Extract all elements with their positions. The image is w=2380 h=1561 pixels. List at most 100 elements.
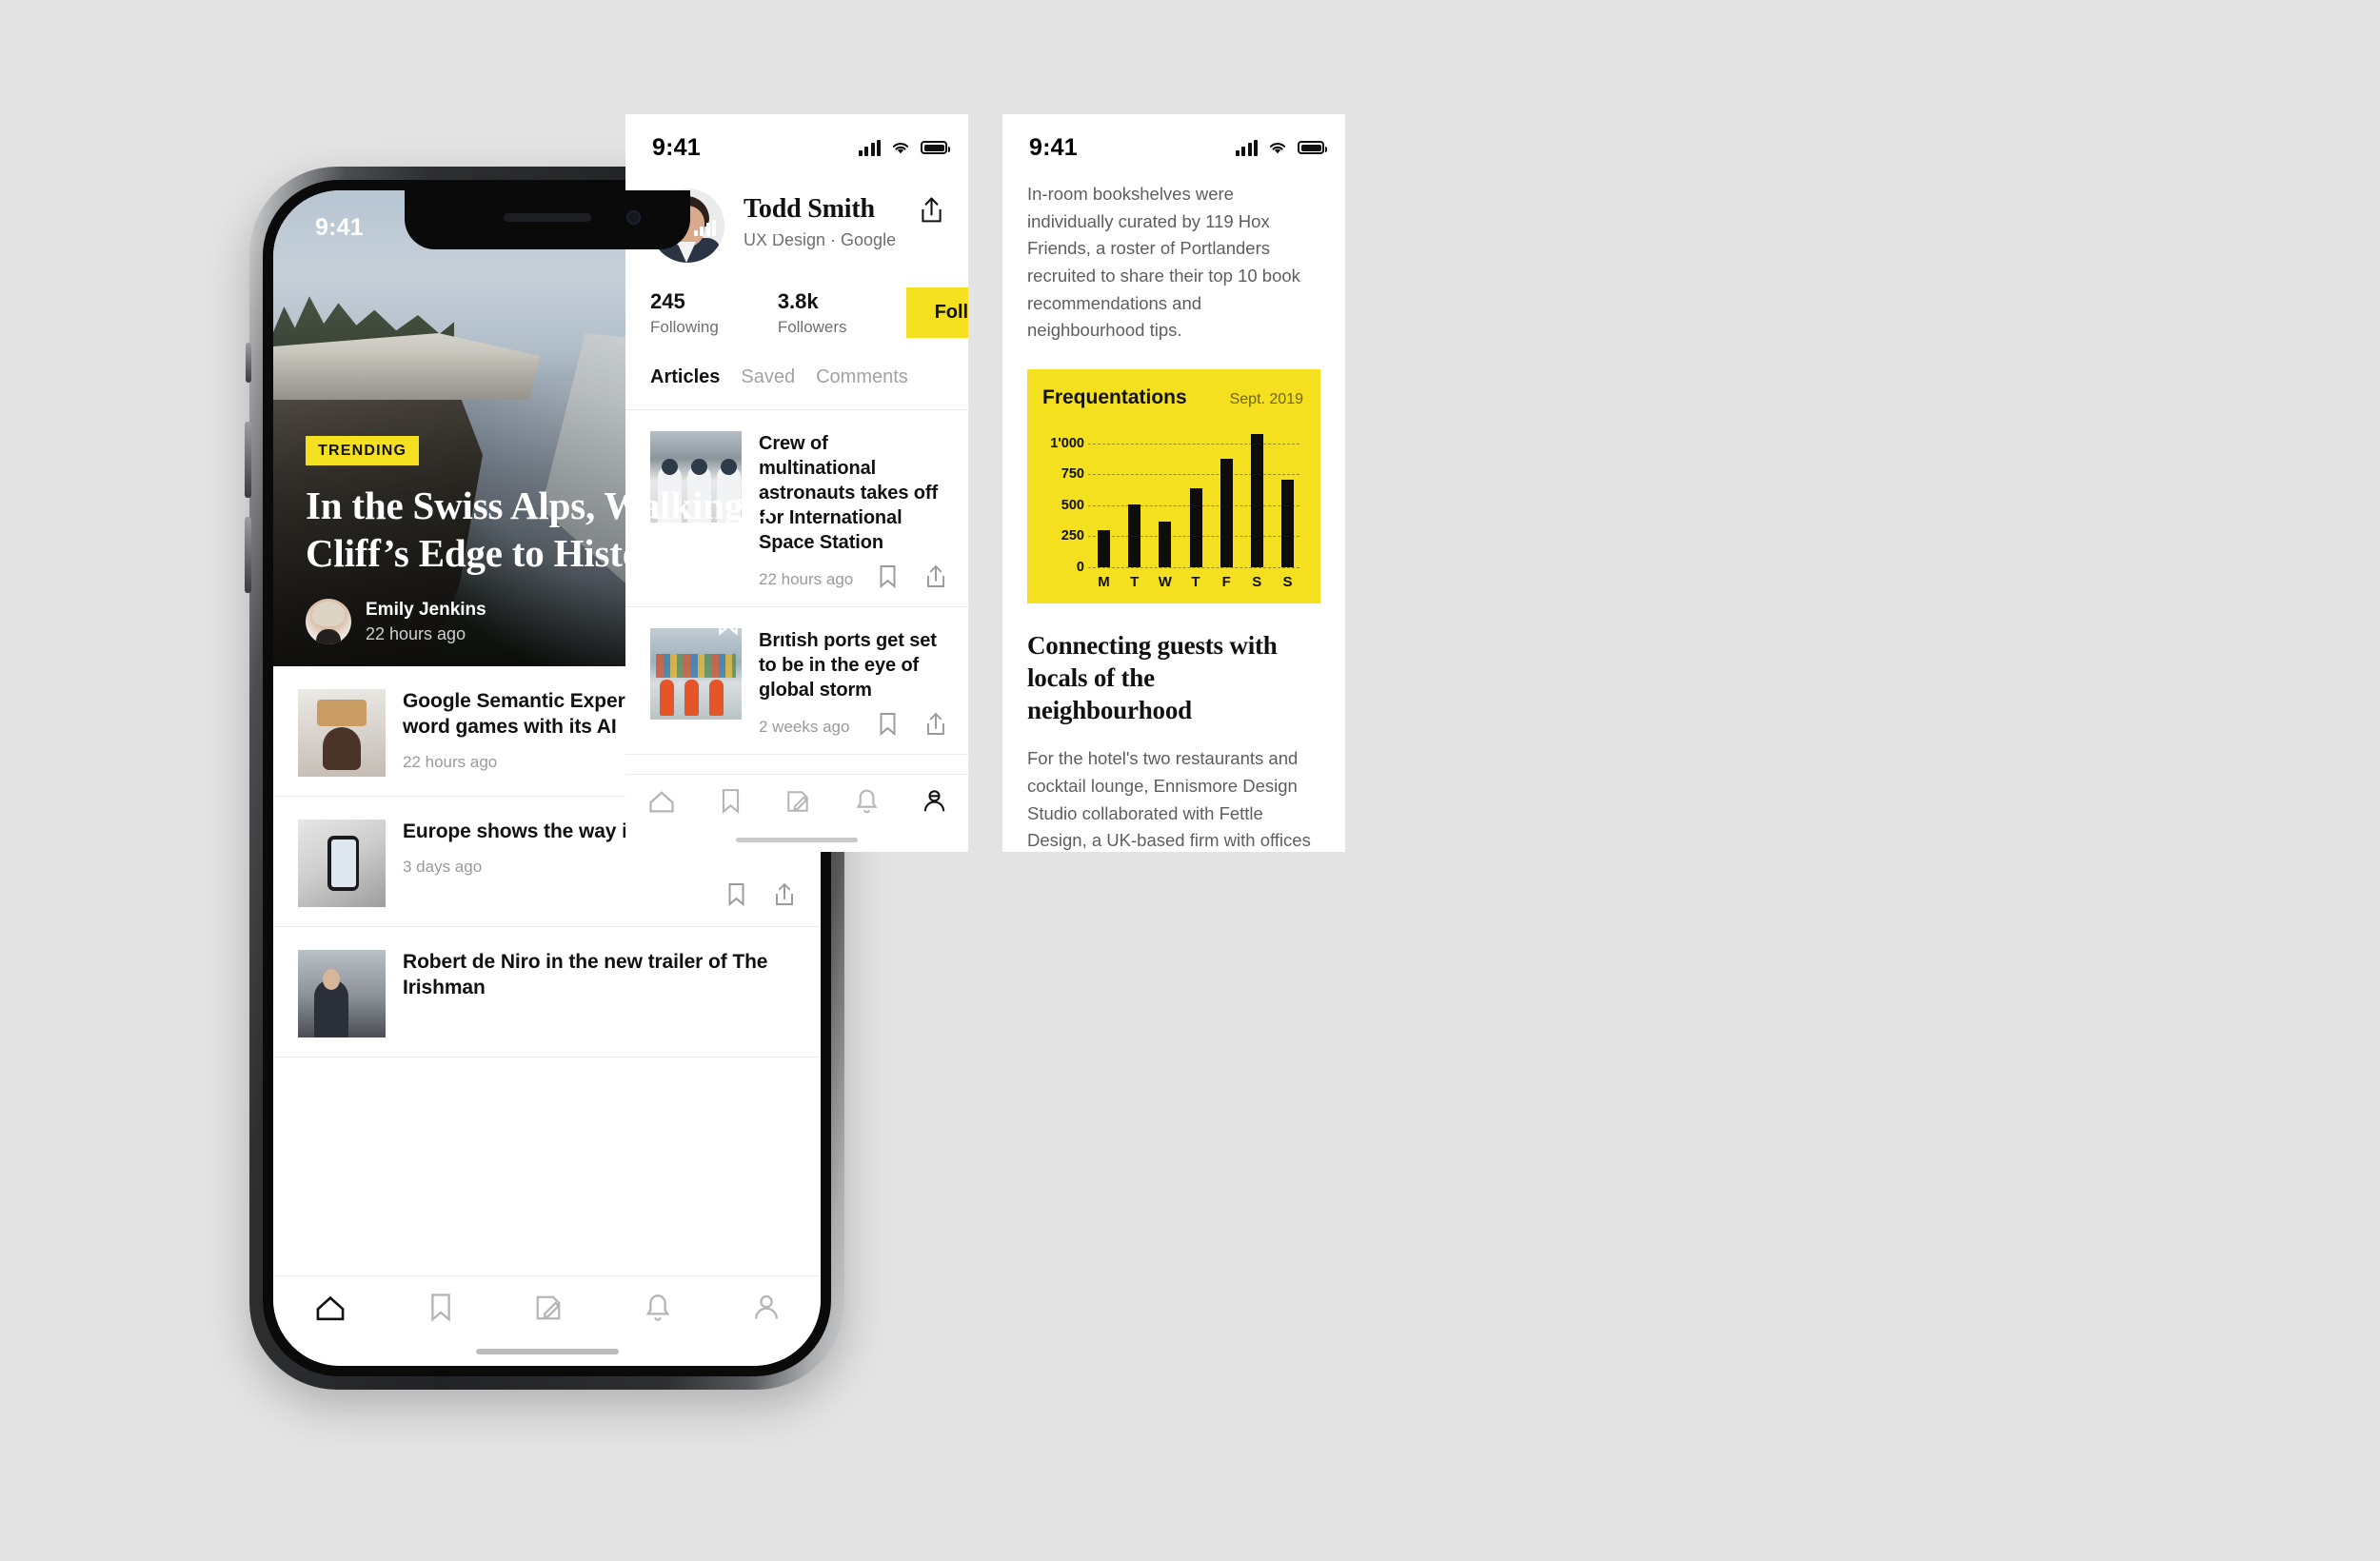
article-thumbnail — [298, 820, 386, 907]
followers-count: 3.8k — [777, 288, 819, 313]
chart-bar-column — [1215, 425, 1239, 568]
chart-x-tick-label: S — [1282, 574, 1293, 591]
edit-note-icon[interactable] — [785, 788, 810, 815]
chart-bar — [1280, 480, 1294, 568]
hero-author-name: Emily Jenkins — [366, 600, 486, 621]
chart-x-tick-label: M — [1098, 574, 1110, 591]
chart-x-tick-label: W — [1158, 574, 1172, 591]
bookmark-icon[interactable] — [720, 788, 742, 815]
person-icon[interactable] — [753, 1293, 780, 1323]
frequentations-chart: Frequentations Sept. 2019 1'000 750 500 250… — [1027, 369, 1320, 604]
status-time: 9:41 — [1029, 133, 1078, 161]
tab-articles[interactable]: Articles — [650, 366, 720, 388]
share-button[interactable] — [920, 196, 943, 229]
stat-followers[interactable]: 3.8k Followers — [778, 289, 847, 337]
status-bar-feed: 9:41 — [273, 190, 821, 249]
home-icon[interactable] — [314, 1293, 347, 1323]
bell-icon[interactable] — [855, 788, 879, 815]
article-actions — [878, 712, 947, 737]
status-icons — [693, 219, 785, 236]
volume-down-button[interactable] — [245, 517, 251, 593]
follow-button[interactable]: Follow — [905, 287, 968, 338]
article-timestamp: 2 weeks ago — [759, 718, 850, 736]
chart-bar-column — [1245, 425, 1269, 568]
screenshot-canvas: 9:41 TRENDING In the Swiss Alps, Walking… — [0, 0, 2380, 1561]
cellular-signal-icon — [693, 219, 716, 236]
article-actions — [878, 564, 947, 589]
article-content: In-room bookshelves were individually cu… — [1002, 168, 1345, 852]
home-icon[interactable] — [647, 788, 676, 815]
share-icon[interactable] — [924, 564, 947, 589]
chart-y-tick-label: 0 — [1076, 560, 1084, 576]
chart-header: Frequentations Sept. 2019 — [1042, 386, 1303, 409]
chart-y-tick-label: 500 — [1061, 497, 1084, 513]
bookmark-icon[interactable] — [716, 606, 741, 637]
hero-title: In the Swiss Alps, Walking a Cliff’s Edg… — [306, 484, 773, 576]
home-indicator — [736, 838, 858, 842]
followers-label: Followers — [777, 317, 847, 336]
wifi-icon — [1269, 143, 1286, 154]
hero-meta: Emily Jenkins 22 hours ago — [306, 598, 796, 645]
status-icons — [858, 139, 950, 156]
chart-bar-column — [1122, 425, 1146, 568]
chart-gridline — [1088, 536, 1299, 538]
bookmark-icon[interactable] — [428, 1293, 453, 1323]
person-icon[interactable] — [922, 788, 946, 815]
chart-plot-area: 1'000 750 500 250 0 — [1042, 425, 1303, 575]
chart-bar — [1189, 488, 1202, 568]
bottom-tab-bar-profile — [625, 774, 968, 852]
wifi-icon — [727, 223, 744, 234]
stat-following[interactable]: 245 Following — [650, 289, 719, 337]
share-icon[interactable] — [773, 882, 796, 907]
article-intro-paragraph: In-room bookshelves were individually cu… — [1027, 184, 1300, 341]
bookmark-icon[interactable] — [878, 564, 898, 589]
chart-bars — [1092, 425, 1299, 568]
hero-author-block: Emily Jenkins 22 hours ago — [366, 598, 486, 645]
mute-switch[interactable] — [246, 343, 251, 383]
wifi-icon — [892, 143, 909, 154]
battery-icon — [921, 141, 950, 154]
chart-gridline — [1088, 504, 1299, 506]
chart-title: Frequentations — [1042, 386, 1187, 409]
chart-bar — [1159, 521, 1172, 568]
bottom-tab-bar-feed — [273, 1275, 821, 1366]
hero-actions — [716, 606, 796, 637]
chart-bar-column — [1092, 425, 1116, 568]
cellular-signal-icon — [1235, 139, 1258, 156]
chart-y-tick-label: 750 — [1061, 466, 1084, 483]
share-icon[interactable] — [920, 196, 943, 225]
article-actions — [726, 882, 796, 907]
hero-timestamp: 22 hours ago — [366, 623, 466, 643]
chart-gridline — [1088, 443, 1299, 445]
article-screen: 9:41 In-room bookshelves were individual… — [1002, 114, 1345, 852]
trending-badge: TRENDING — [306, 436, 420, 466]
bookmark-icon[interactable] — [726, 882, 746, 907]
tab-saved[interactable]: Saved — [741, 366, 795, 388]
article-body: Robert de Niro in the new trailer of The… — [403, 950, 797, 1037]
share-icon[interactable] — [767, 606, 796, 637]
home-indicator — [475, 1349, 619, 1354]
chart-bar-column — [1153, 425, 1177, 568]
chart-gridline — [1088, 567, 1299, 569]
status-time: 9:41 — [315, 213, 364, 241]
bell-icon[interactable] — [645, 1293, 671, 1323]
status-time: 9:41 — [652, 133, 701, 161]
volume-up-button[interactable] — [245, 422, 251, 498]
battery-icon — [756, 221, 785, 234]
bookmark-icon[interactable] — [878, 712, 898, 737]
chart-x-tick-label: S — [1252, 574, 1262, 591]
cellular-signal-icon — [858, 139, 881, 156]
share-icon[interactable] — [924, 712, 947, 737]
tab-comments[interactable]: Comments — [816, 366, 908, 388]
status-bar-profile: 9:41 — [625, 114, 968, 168]
hero-content: TRENDING In the Swiss Alps, Walking a Cl… — [306, 436, 796, 645]
chart-y-tick-label: 250 — [1061, 528, 1084, 544]
chart-bar-column — [1183, 425, 1207, 568]
following-label: Following — [650, 317, 719, 336]
list-item[interactable]: Robert de Niro in the new trailer of The… — [273, 927, 821, 1057]
edit-note-icon[interactable] — [534, 1293, 563, 1323]
chart-x-axis-labels: MTWTFSS — [1092, 574, 1299, 590]
article-body-paragraph: For the hotel's two restaurants and cock… — [1027, 748, 1311, 851]
article-thumbnail — [298, 950, 386, 1037]
battery-icon — [1298, 141, 1327, 154]
